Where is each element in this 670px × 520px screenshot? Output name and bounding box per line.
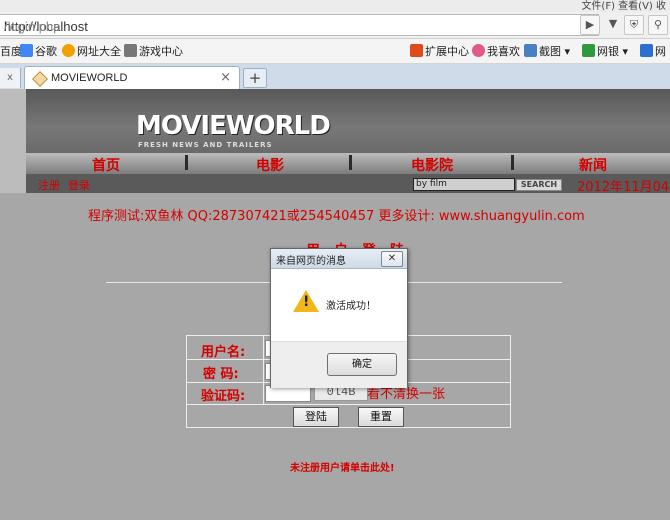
reset-button[interactable]: 重置 <box>358 407 404 427</box>
dialog-titlebar: 来自网页的消息 ✕ <box>271 249 407 269</box>
col-line <box>263 336 264 404</box>
fav-google[interactable]: 谷歌 <box>20 43 57 59</box>
tab-left-stub[interactable]: x <box>0 68 21 88</box>
address-bar: http://localhost/login.php ▶ ▼ ⛨ ⚲ <box>0 12 670 39</box>
logo-tagline: FRESH NEWS AND TRAILERS <box>138 141 273 149</box>
dropdown-icon[interactable]: ▼ <box>604 15 622 33</box>
nav-cinemas[interactable]: 电影院 <box>411 155 453 175</box>
tab-movieworld[interactable]: MOVIEWORLD × <box>24 66 240 90</box>
fav-label: 游戏中心 <box>139 45 183 58</box>
login-link[interactable]: 登录 <box>68 177 90 193</box>
scissors-icon <box>524 44 537 57</box>
nav-divider <box>185 155 188 170</box>
credit-line: 程序测试:双鱼林 QQ:287307421或254540457 更多设计: ww… <box>88 209 585 224</box>
fav-label: 百度 <box>0 45 22 58</box>
site-favicon-icon <box>32 71 48 87</box>
screenshot[interactable]: 截图 ▾ <box>524 43 570 59</box>
online-banking[interactable]: 网银 ▾ <box>582 43 628 59</box>
nav-divider <box>511 155 514 170</box>
dialog-title: 来自网页的消息 <box>276 256 346 267</box>
password-label: 密 码: <box>203 367 239 382</box>
row-line <box>187 404 510 405</box>
extension-icon <box>410 44 423 57</box>
sub-header: 注册 登录 by film SEARCH 2012年11月04日 <box>26 174 670 195</box>
captcha-label: 验证码: <box>201 389 246 404</box>
url-path: /login.php <box>4 19 61 34</box>
bank-icon <box>582 44 595 57</box>
fav-label: 谷歌 <box>35 45 57 58</box>
search-button[interactable]: SEARCH <box>516 179 562 191</box>
tab-title: MOVIEWORLD <box>51 72 128 84</box>
logo-text: MOVIEWORLD <box>136 111 331 141</box>
site-logo[interactable]: MOVIEWORLD FRESH NEWS AND TRAILERS <box>136 111 331 149</box>
dialog-message: 激活成功！ <box>326 301 376 312</box>
tab-bar: x MOVIEWORLD × + <box>0 64 670 90</box>
dialog-close-icon[interactable]: ✕ <box>381 251 403 267</box>
url-field[interactable]: http://localhost/login.php <box>0 14 599 36</box>
nav-divider <box>349 155 352 170</box>
ok-button[interactable]: 确定 <box>327 353 397 376</box>
new-tab-button[interactable]: + <box>243 68 267 88</box>
nav-movies[interactable]: 电影 <box>256 155 284 175</box>
fav-label: 网址大全 <box>77 45 121 58</box>
gamepad-icon <box>124 44 137 57</box>
login-submit-button[interactable]: 登陆 <box>293 407 339 427</box>
current-date: 2012年11月04日 <box>577 180 670 195</box>
username-label: 用户名: <box>201 345 246 360</box>
site-banner: MOVIEWORLD FRESH NEWS AND TRAILERS <box>26 89 670 153</box>
alert-dialog: 来自网页的消息 ✕ ! 激活成功！ 确定 <box>270 248 408 388</box>
my-likes[interactable]: 我喜欢 <box>472 43 520 59</box>
tab-close-icon[interactable]: × <box>220 70 231 85</box>
nav-home[interactable]: 首页 <box>92 155 120 175</box>
web-icon <box>640 44 653 57</box>
item-label: 我喜欢 <box>487 45 520 58</box>
web-item[interactable]: 网 <box>640 43 666 59</box>
item-label: 截图 <box>539 45 561 58</box>
nav-news[interactable]: 新闻 <box>579 155 607 175</box>
favorites-bar: 百度 谷歌 网址大全 游戏中心 扩展中心 我喜欢 截图 ▾ 网银 ▾ 网 <box>0 39 670 64</box>
page-left-gutter <box>0 89 26 193</box>
shield-icon[interactable]: ⛨ <box>624 15 644 35</box>
search-input[interactable]: by film <box>413 178 515 191</box>
fav-hao123[interactable]: 网址大全 <box>62 43 121 59</box>
item-label: 扩展中心 <box>425 45 469 58</box>
dialog-footer: 确定 <box>271 341 407 388</box>
fav-game-center[interactable]: 游戏中心 <box>124 43 183 59</box>
top-menu[interactable]: 文件(F) 查看(V) 收 <box>581 0 666 12</box>
heart-icon <box>472 44 485 57</box>
url-directory-icon <box>62 44 75 57</box>
warning-mark: ! <box>303 294 310 310</box>
item-label: 网 <box>655 45 666 58</box>
main-nav: 首页 电影 电影院 新闻 <box>26 153 670 174</box>
register-prompt-link[interactable]: 未注册用户请单击此处! <box>290 459 395 474</box>
fav-baidu[interactable]: 百度 <box>0 43 22 59</box>
google-icon <box>20 44 33 57</box>
item-label: 网银 <box>597 45 619 58</box>
banner-background <box>26 89 670 153</box>
search-icon[interactable]: ⚲ <box>648 15 668 35</box>
go-arrow-icon[interactable]: ▶ <box>580 15 600 35</box>
extension-center[interactable]: 扩展中心 <box>410 43 469 59</box>
register-link[interactable]: 注册 <box>38 177 60 193</box>
